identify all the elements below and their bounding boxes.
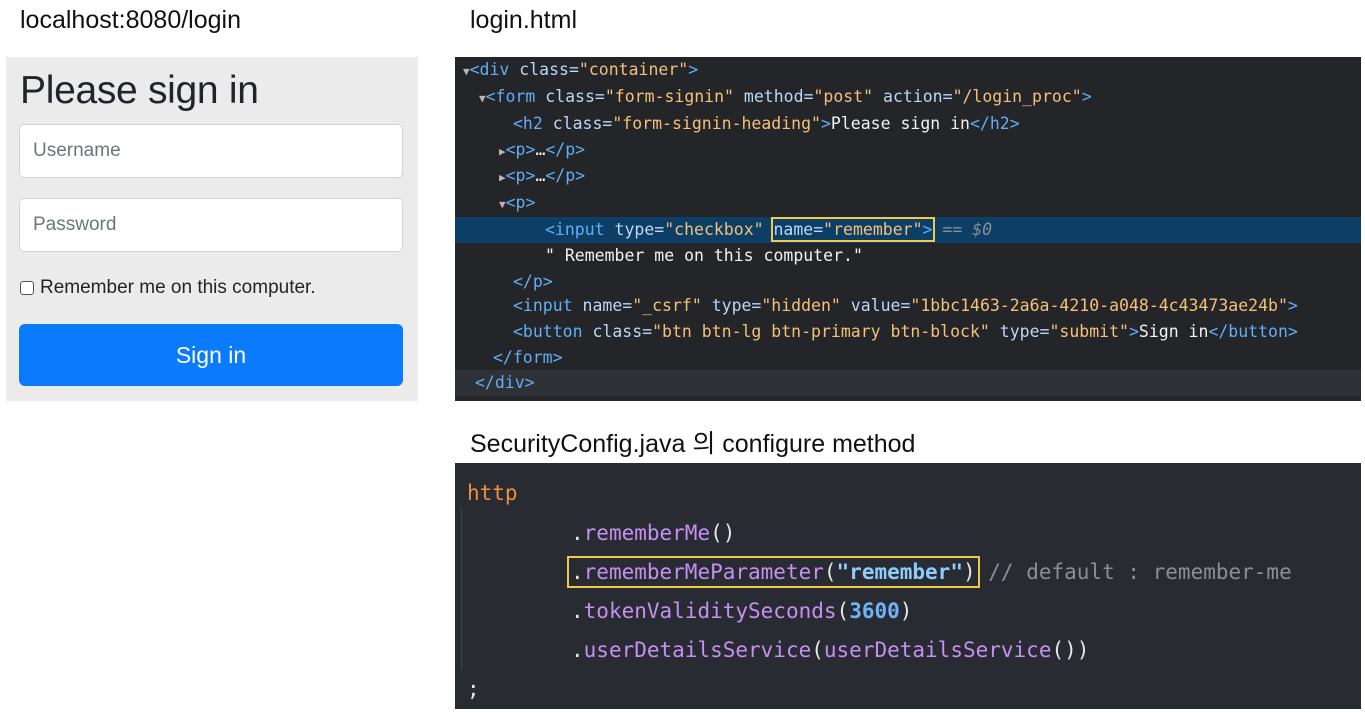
remember-me-row: Remember me on this computer. xyxy=(20,277,316,299)
code-line-remember-me-parameter: .rememberMeParameter("remember") // defa… xyxy=(567,556,1292,588)
tree-line-form-close[interactable]: </form> xyxy=(455,345,1361,371)
tree-line-div-close[interactable]: </div> xyxy=(455,370,1361,396)
tree-line-p-collapsed[interactable]: ▶<p>…</p> xyxy=(455,163,1361,189)
tree-line-p-collapsed[interactable]: ▶<p>…</p> xyxy=(455,137,1361,163)
devtools-elements-panel: ▼<div class="container"> ▼<form class="f… xyxy=(455,57,1361,401)
remember-me-label[interactable]: Remember me on this computer. xyxy=(40,277,316,299)
collapsed-triangle-icon[interactable]: ▶ xyxy=(455,171,506,184)
tree-line-checkbox-selected[interactable]: <input type="checkbox" name="remember"> … xyxy=(455,217,1361,243)
expanded-triangle-icon[interactable]: ▼ xyxy=(455,92,486,105)
tree-line-div[interactable]: ▼<div class="container"> xyxy=(455,57,1361,83)
password-input[interactable]: Password xyxy=(19,198,403,252)
remember-me-checkbox[interactable] xyxy=(20,281,34,295)
code-line-user-details-service: .userDetailsService(userDetailsService()… xyxy=(571,638,1090,662)
html-file-caption: login.html xyxy=(470,6,577,34)
sign-in-button[interactable]: Sign in xyxy=(19,324,403,386)
java-code-panel: http .rememberMe() .rememberMeParameter(… xyxy=(455,463,1361,709)
name-attribute-highlight: name="remember"> xyxy=(770,217,936,242)
tree-line-text-node[interactable]: " Remember me on this computer." xyxy=(455,243,1361,269)
tree-line-csrf-input[interactable]: <input name="_csrf" type="hidden" value=… xyxy=(455,293,1361,319)
expanded-triangle-icon[interactable]: ▼ xyxy=(455,198,506,211)
login-page-caption: localhost:8080/login xyxy=(20,6,241,34)
tree-line-button[interactable]: <button class="btn btn-lg btn-primary bt… xyxy=(455,319,1361,345)
login-form-panel: Please sign in Username Password Remembe… xyxy=(6,57,418,401)
java-file-caption: SecurityConfig.java 의 configure method xyxy=(470,430,916,458)
code-line-semicolon: ; xyxy=(467,677,480,701)
tree-line-p-close[interactable]: </p> xyxy=(455,269,1361,295)
page-title: Please sign in xyxy=(20,69,259,112)
tree-line-p-expanded[interactable]: ▼<p> xyxy=(455,190,1361,216)
tree-line-form[interactable]: ▼<form class="form-signin" method="post"… xyxy=(455,84,1361,110)
remember-parameter-highlight: .rememberMeParameter("remember") xyxy=(567,556,980,588)
username-input[interactable]: Username xyxy=(19,124,403,178)
code-line-http: http xyxy=(467,481,518,505)
collapsed-triangle-icon[interactable]: ▶ xyxy=(455,145,506,158)
code-line-token-validity: .tokenValiditySeconds(3600) xyxy=(571,599,913,623)
tree-line-h2[interactable]: <h2 class="form-signin-heading">Please s… xyxy=(455,111,1361,137)
code-line-remember-me: .rememberMe() xyxy=(571,521,736,545)
expanded-triangle-icon[interactable]: ▼ xyxy=(455,65,470,78)
